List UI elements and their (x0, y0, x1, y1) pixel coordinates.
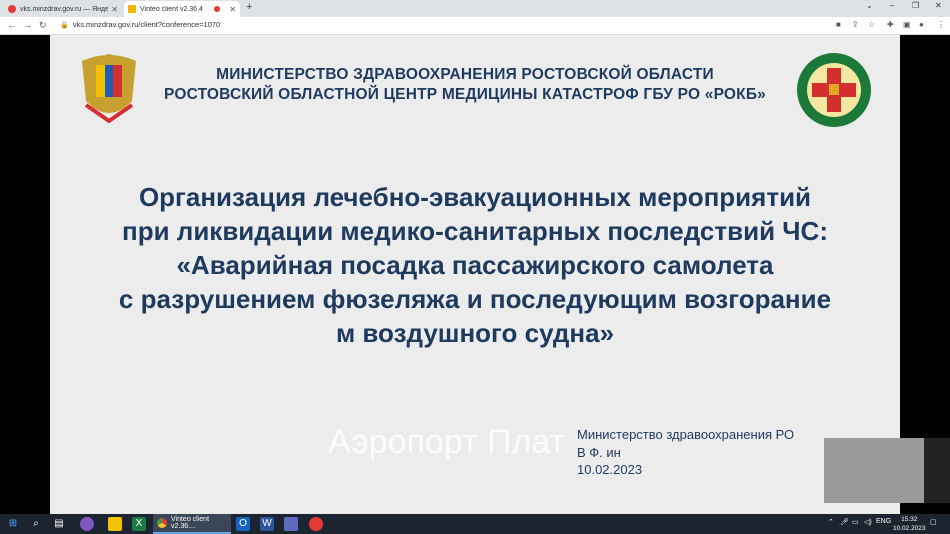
notifications-icon[interactable]: ▢ (930, 518, 937, 526)
sidebar-icon[interactable]: ▣ (903, 20, 911, 29)
presentation-slide: МИНИСТЕРСТВО ЗДРАВООХРАНЕНИЯ РОСТОВСКОЙ … (50, 35, 950, 514)
slide-title-line: при ликвидации медико-санитарных последс… (122, 216, 828, 246)
outlook-icon[interactable]: O (236, 517, 250, 531)
close-window-button[interactable]: ✕ (935, 1, 942, 10)
assistant-icon[interactable] (80, 517, 94, 531)
share-icon[interactable]: ⇪ (852, 20, 859, 29)
back-icon[interactable]: ← (7, 20, 16, 30)
minimize-button[interactable]: – (890, 1, 894, 10)
extensions-icon[interactable]: ✚ (887, 20, 894, 29)
app-icon[interactable] (284, 517, 298, 531)
start-icon[interactable]: ⊞ (6, 517, 20, 531)
header-line-1: МИНИСТЕРСТВО ЗДРАВООХРАНЕНИЯ РОСТОВСКОЙ … (216, 66, 714, 83)
video-stage: МИНИСТЕРСТВО ЗДРАВООХРАНЕНИЯ РОСТОВСКОЙ … (0, 35, 950, 514)
taskbar-app-label: Vinteo client v2.36.... (171, 516, 210, 530)
forward-icon[interactable]: → (23, 20, 32, 30)
windows-taskbar: ⊞ ⌕ ▤ X Vinteo client v2.36.... O W ⌃ 🎤︎… (0, 514, 950, 534)
slide-title-line: м воздушного судна» (335, 318, 615, 348)
microphone-icon[interactable]: 🎤︎ (840, 518, 849, 526)
taskbar-chrome-vinteo[interactable]: Vinteo client v2.36.... (153, 514, 231, 534)
header-line-2: РОСТОВСКИЙ ОБЛАСТНОЙ ЦЕНТР МЕДИЦИНЫ КАТА… (164, 86, 766, 103)
url-text: vks.minzdrav.gov.ru/client?conference=10… (72, 20, 221, 29)
presenter-name: В Ф. ин (577, 445, 621, 460)
tab-close-icon[interactable]: ✕ (229, 5, 236, 14)
slide-title-line: с разрушением фюзеляжа и последующим воз… (118, 284, 832, 314)
clock-date: 10.02.2023 (893, 525, 926, 532)
participant-caption: Аэропорт Плат (328, 423, 566, 461)
network-icon[interactable]: ▭ (852, 518, 859, 526)
presenter-org: Министерство здравоохранения РО (577, 427, 795, 442)
profile-icon[interactable]: ● (919, 20, 924, 29)
browser-toolbar: ← → ↻ 🔒 vks.minzdrav.gov.ru/client?confe… (0, 17, 950, 35)
menu-icon[interactable]: ⋮ (937, 20, 945, 29)
yandex-icon (8, 5, 16, 13)
vinteo-icon (128, 5, 136, 13)
word-icon[interactable]: W (260, 517, 274, 531)
file-explorer-icon[interactable] (108, 517, 122, 531)
tab-vinteo[interactable]: Vinteo client v2.36.4 ✕ (124, 1, 240, 17)
volume-icon[interactable]: ◁) (864, 518, 872, 526)
search-icon[interactable]: ⌕ (29, 517, 43, 531)
browser-tab-strip: vks.minzdrav.gov.ru — Яндекс: н ✕ Vinteo… (0, 0, 950, 17)
taskbar-clock[interactable]: 15:32 10.02.2023 (893, 515, 926, 533)
self-view-edge (924, 438, 950, 503)
star-icon[interactable]: ☆ (868, 20, 875, 29)
tab-yandex[interactable]: vks.minzdrav.gov.ru — Яндекс: н ✕ (4, 1, 122, 17)
opera-icon[interactable] (309, 517, 323, 531)
tray-expand-icon[interactable]: ⌃ (828, 518, 834, 526)
tab-title: vks.minzdrav.gov.ru — Яндекс: н (20, 5, 109, 13)
chrome-icon (157, 518, 167, 528)
recording-icon (214, 6, 221, 12)
slide-title-line: Организация лечебно-эвакуационных меропр… (138, 182, 812, 212)
excel-icon[interactable]: X (132, 517, 146, 531)
tab-search-icon[interactable]: ⌄ (866, 1, 873, 10)
tab-close-icon[interactable]: ✕ (111, 5, 118, 14)
tab-title: Vinteo client v2.36.4 (140, 5, 203, 13)
restore-button[interactable]: ❐ (912, 1, 919, 10)
rostov-coat-of-arms-icon (82, 54, 136, 124)
camera-icon[interactable]: ■ (836, 20, 841, 29)
disaster-medicine-center-emblem-icon (797, 53, 871, 127)
lock-icon: 🔒 (60, 21, 69, 29)
presentation-date: 10.02.2023 (577, 462, 643, 477)
self-view-video[interactable] (824, 438, 924, 503)
slide-title-line: «Аварийная посадка пассажирского самолет… (176, 250, 774, 280)
language-indicator[interactable]: ENG (876, 518, 891, 525)
clock-time: 15:32 (901, 516, 918, 523)
address-bar[interactable]: 🔒 vks.minzdrav.gov.ru/client?conference=… (60, 20, 220, 29)
reload-icon[interactable]: ↻ (39, 20, 47, 31)
new-tab-button[interactable]: + (246, 1, 252, 13)
task-view-icon[interactable]: ▤ (52, 517, 66, 531)
